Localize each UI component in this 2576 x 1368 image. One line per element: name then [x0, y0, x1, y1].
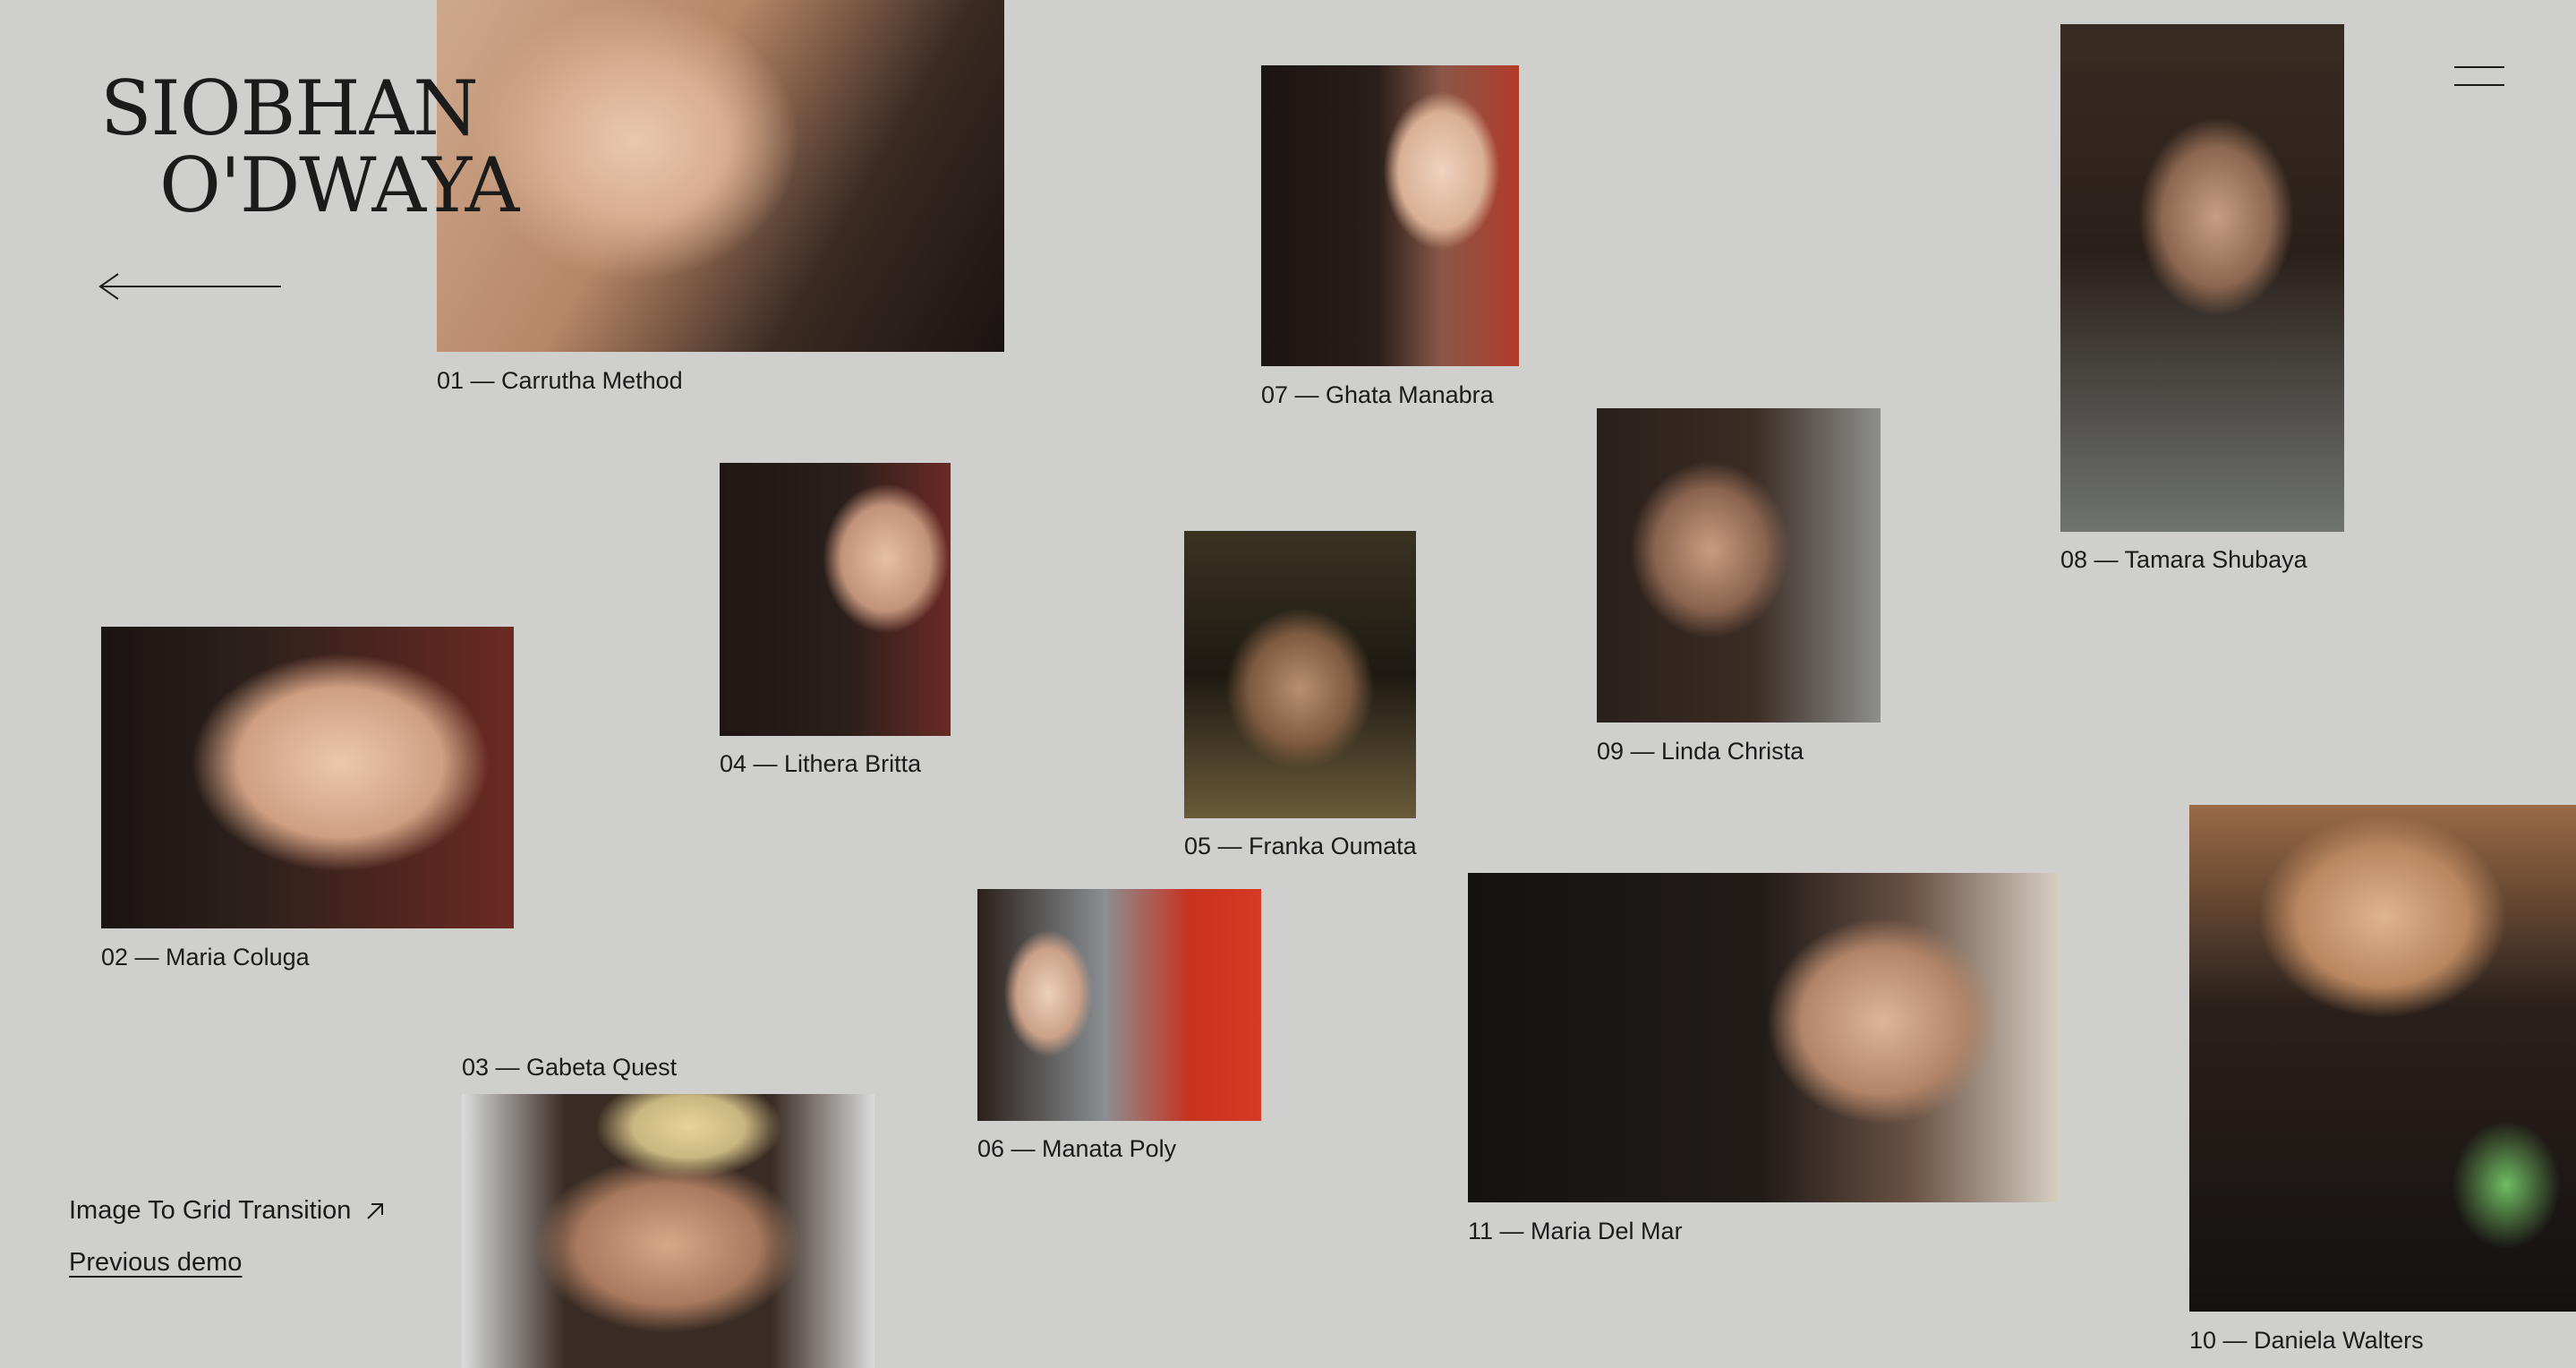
gallery-caption-07: 07 — Ghata Manabra — [1261, 381, 1494, 408]
arrow-left-icon[interactable] — [97, 269, 285, 304]
gallery-caption-04: 04 — Lithera Britta — [720, 750, 922, 777]
demo-title-label: Image To Grid Transition — [69, 1196, 352, 1225]
gallery-image-08[interactable] — [2060, 24, 2344, 532]
gallery-caption-06: 06 — Manata Poly — [977, 1135, 1177, 1162]
gallery-image-06[interactable] — [977, 889, 1261, 1121]
title-line-1: SIOBHAN — [100, 64, 479, 152]
gallery-image-10[interactable] — [2189, 805, 2576, 1312]
gallery-caption-05: 05 — Franka Oumata — [1184, 833, 1417, 859]
gallery-image-11[interactable] — [1468, 873, 2060, 1202]
gallery-image-09[interactable] — [1597, 408, 1881, 722]
gallery-caption-10: 10 — Daniela Walters — [2189, 1327, 2424, 1354]
gallery-caption-03: 03 — Gabeta Quest — [462, 1054, 678, 1081]
gallery-caption-11: 11 — Maria Del Mar — [1468, 1218, 1683, 1244]
hamburger-menu-icon[interactable] — [2454, 63, 2504, 90]
title-line-2: O'DWAYA — [159, 141, 519, 229]
gallery-image-04[interactable] — [720, 463, 951, 736]
gallery-caption-01: 01 — Carrutha Method — [437, 367, 683, 394]
gallery-image-02[interactable] — [101, 627, 514, 928]
gallery-image-05[interactable] — [1184, 531, 1416, 818]
arrow-up-right-icon — [367, 1203, 384, 1220]
gallery-caption-09: 09 — Linda Christa — [1597, 738, 1804, 765]
gallery-image-01[interactable] — [437, 0, 1004, 352]
gallery-image-07[interactable] — [1261, 65, 1519, 366]
gallery-caption-02: 02 — Maria Coluga — [101, 944, 310, 970]
gallery-caption-08: 08 — Tamara Shubaya — [2060, 546, 2307, 573]
gallery-image-03[interactable] — [462, 1094, 874, 1368]
site-title: SIOBHAN O'DWAYA — [100, 64, 519, 229]
demo-title: Image To Grid Transition — [69, 1196, 385, 1226]
previous-demo-link[interactable]: Previous demo — [69, 1248, 242, 1278]
